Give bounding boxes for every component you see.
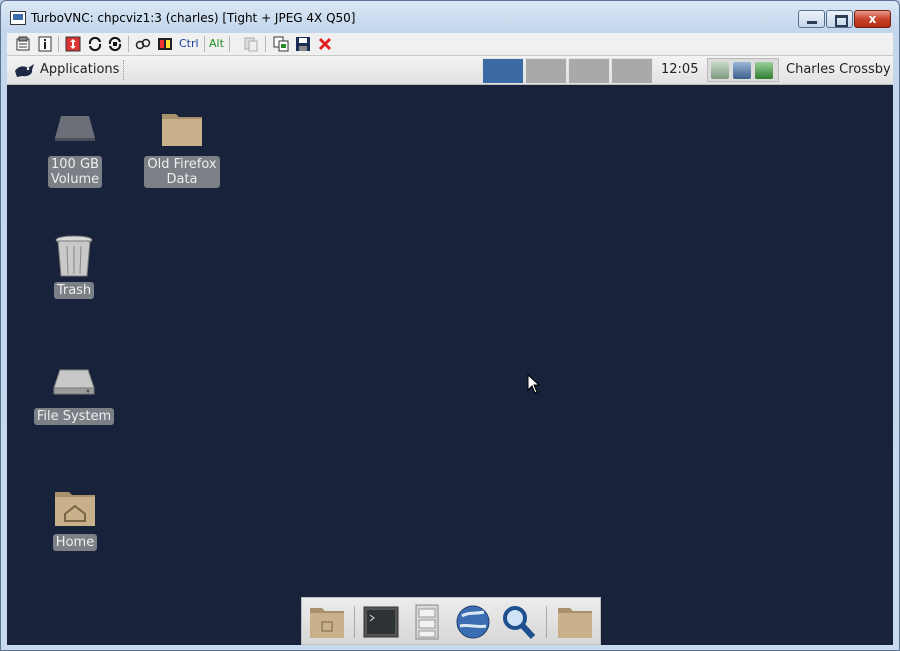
toolbar-separator bbox=[58, 36, 59, 52]
desktop-icon-label: Home bbox=[52, 534, 98, 551]
system-tray bbox=[707, 58, 779, 82]
refresh-request-icon[interactable] bbox=[107, 36, 123, 52]
info-icon[interactable] bbox=[37, 36, 53, 52]
fullscreen-icon[interactable] bbox=[65, 36, 81, 52]
remote-desktop[interactable]: Applications 12:05 Charles Crossby 100 G… bbox=[7, 56, 893, 645]
maximize-button[interactable] bbox=[826, 10, 853, 28]
disconnect-icon[interactable] bbox=[317, 36, 333, 52]
copy-icon[interactable] bbox=[273, 36, 289, 52]
vnc-window: TurboVNC: chpcviz1:3 (charles) [Tight + … bbox=[0, 0, 900, 651]
toolbar-separator bbox=[204, 36, 205, 52]
folder-icon[interactable] bbox=[556, 604, 594, 640]
mouse-cursor-icon bbox=[527, 374, 541, 394]
workspace-3-button[interactable] bbox=[568, 58, 610, 84]
search-icon[interactable] bbox=[500, 604, 538, 640]
desktop-icon-label: Old Firefox Data bbox=[144, 156, 220, 188]
xfce-mouse-icon bbox=[15, 64, 34, 77]
refresh-icon[interactable] bbox=[87, 36, 103, 52]
desktop-icon-label: File System bbox=[33, 408, 115, 425]
applications-menu-button[interactable]: Applications bbox=[10, 58, 119, 82]
panel-separator bbox=[123, 60, 126, 80]
terminal-icon[interactable] bbox=[362, 604, 400, 640]
applications-label: Applications bbox=[40, 62, 120, 77]
options-icon[interactable] bbox=[15, 36, 31, 52]
workspace-4-button[interactable] bbox=[611, 58, 653, 84]
drive-icon bbox=[53, 108, 97, 152]
minimize-button[interactable] bbox=[798, 10, 825, 28]
web-browser-icon[interactable] bbox=[454, 604, 492, 640]
desktop-icon-volume[interactable]: 100 GB Volume bbox=[30, 108, 120, 188]
minimize-icon bbox=[807, 21, 817, 24]
toolbar-separator bbox=[229, 36, 230, 52]
save-icon[interactable] bbox=[295, 36, 311, 52]
workspace-1-button[interactable] bbox=[482, 58, 524, 84]
battery-power-icon[interactable] bbox=[755, 62, 773, 79]
screenshot-icon[interactable] bbox=[157, 36, 173, 52]
folder-icon bbox=[160, 108, 204, 152]
turbovnc-app-icon[interactable] bbox=[10, 11, 26, 25]
harddisk-icon bbox=[52, 360, 96, 404]
file-cabinet-icon[interactable] bbox=[408, 604, 446, 640]
downloads-folder-icon[interactable] bbox=[308, 604, 346, 640]
desktop-icon-label: 100 GB Volume bbox=[47, 156, 103, 188]
desktop-icon-home[interactable]: Home bbox=[30, 486, 120, 551]
alt-key-button[interactable]: Alt bbox=[209, 36, 224, 52]
application-dock bbox=[301, 597, 601, 645]
toolbar-separator bbox=[265, 36, 266, 52]
desktop-icon-trash[interactable]: Trash bbox=[29, 234, 119, 299]
close-button[interactable]: x bbox=[854, 10, 891, 28]
trash-icon bbox=[52, 234, 96, 278]
panel-clock[interactable]: 12:05 bbox=[661, 62, 698, 77]
desktop-icon-old-firefox-data[interactable]: Old Firefox Data bbox=[137, 108, 227, 188]
dock-separator bbox=[354, 606, 355, 638]
maximize-icon bbox=[835, 15, 848, 27]
network-computers-icon[interactable] bbox=[733, 62, 751, 79]
ctrl-key-button[interactable]: Ctrl bbox=[179, 36, 199, 52]
desktop-icon-file-system[interactable]: File System bbox=[29, 360, 119, 425]
desktop-icon-label: Trash bbox=[53, 282, 95, 299]
toolbar-separator bbox=[128, 36, 129, 52]
workspace-2-button[interactable] bbox=[525, 58, 567, 84]
home-folder-icon bbox=[53, 486, 97, 530]
vnc-toolbar: Ctrl Alt bbox=[7, 33, 893, 56]
xfce-panel: Applications 12:05 Charles Crossby bbox=[7, 56, 893, 85]
network-manager-icon[interactable] bbox=[711, 62, 729, 79]
title-bar[interactable]: TurboVNC: chpcviz1:3 (charles) [Tight + … bbox=[1, 1, 899, 33]
user-name-menu[interactable]: Charles Crossby bbox=[786, 62, 891, 77]
close-icon: x bbox=[868, 12, 877, 26]
clipboard-icon[interactable] bbox=[243, 36, 259, 52]
window-title: TurboVNC: chpcviz1:3 (charles) [Tight + … bbox=[31, 11, 356, 25]
dock-separator bbox=[546, 606, 547, 638]
ctrl-alt-del-icon[interactable] bbox=[135, 36, 151, 52]
